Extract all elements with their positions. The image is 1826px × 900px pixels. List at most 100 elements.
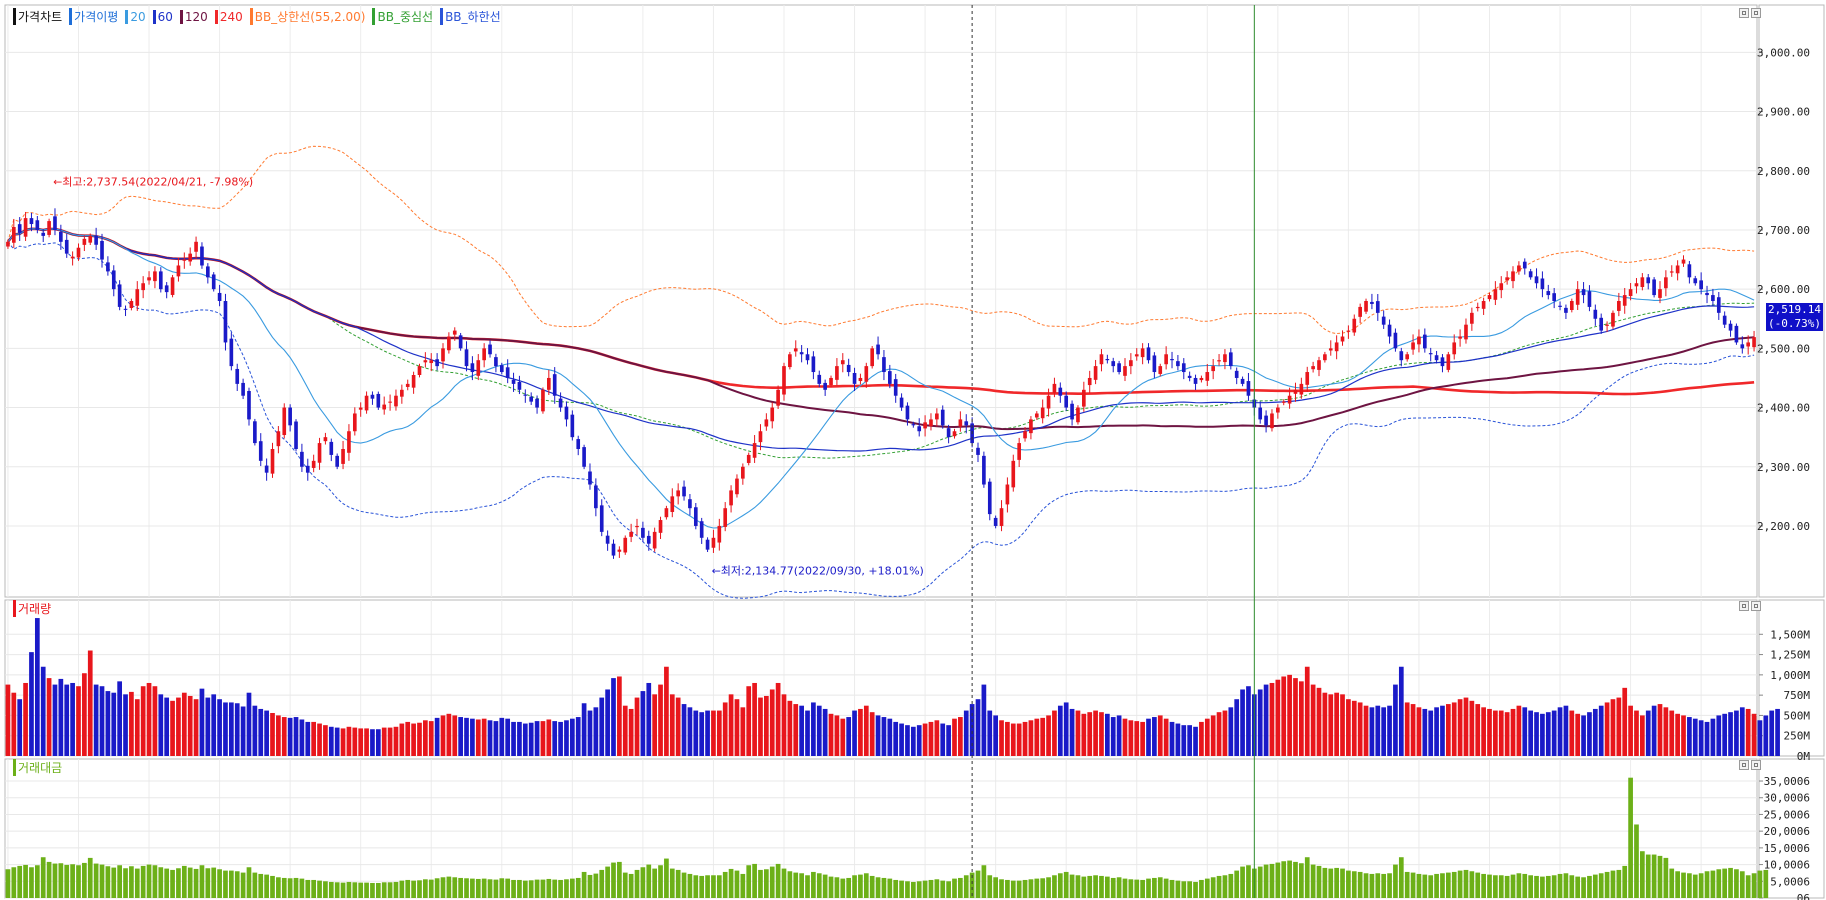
amount-bar <box>105 866 111 898</box>
amount-bar <box>1181 881 1187 898</box>
price-legend-item[interactable]: BB_상한선(55,2.00) <box>249 8 365 25</box>
price-legend-item[interactable]: BB_하한선 <box>440 8 501 25</box>
price-legend-item[interactable]: 240 <box>214 9 243 24</box>
candle-body <box>1640 277 1645 288</box>
volume-bar <box>1463 697 1469 756</box>
volume-bar <box>1375 705 1381 756</box>
volume-bar <box>1199 721 1204 756</box>
price-panel-maximize-button[interactable] <box>1739 8 1749 18</box>
amount-bar <box>711 875 716 898</box>
price-legend-item[interactable]: 20 <box>125 9 146 24</box>
candle-body <box>1593 309 1598 319</box>
candle-body <box>452 330 457 335</box>
candle-body <box>658 520 663 533</box>
amount-bar <box>1099 875 1104 898</box>
amount-bar <box>705 875 710 898</box>
amount-bar <box>1739 871 1745 898</box>
candle-body <box>1064 395 1069 408</box>
amount-bar <box>1322 867 1328 898</box>
candle-body <box>123 308 128 310</box>
volume-bar <box>1510 708 1516 756</box>
volume-bar <box>46 678 52 756</box>
volume-bar <box>1628 705 1633 756</box>
price-panel-legend: 가격차트 가격이평 20 60 120 240 BB_상한선(55,2.00) BB_중심선 B… <box>13 8 501 25</box>
amount-bar <box>1057 873 1063 898</box>
amount-bar <box>1628 777 1633 898</box>
amount-bar <box>140 865 146 898</box>
amount-panel-maximize-button[interactable] <box>1739 760 1749 770</box>
amount-bar <box>1163 878 1169 898</box>
price-legend-item[interactable]: 120 <box>179 9 208 24</box>
volume-bar <box>1057 705 1063 756</box>
price-legend-item[interactable]: BB_중심선 <box>372 8 433 25</box>
volume-bar <box>205 697 211 756</box>
volume-panel-close-button[interactable] <box>1751 601 1761 611</box>
amount-bar <box>528 880 534 898</box>
volume-bar <box>963 710 969 756</box>
price-panel-close-button[interactable] <box>1751 8 1761 18</box>
amount-bar <box>1304 857 1310 898</box>
candle-body <box>1646 277 1651 284</box>
amount-legend-item[interactable]: 거래대금 <box>13 759 62 776</box>
amount-bar <box>1616 869 1622 898</box>
amount-bar <box>1110 877 1116 898</box>
amount-bar <box>93 863 99 898</box>
amount-bar <box>1551 875 1557 898</box>
amount-bar <box>764 869 769 898</box>
amount-bar <box>393 881 399 898</box>
amount-bar <box>1481 873 1486 898</box>
amount-bar <box>605 866 610 898</box>
volume-bar <box>1410 704 1416 756</box>
price-legend-item[interactable]: 가격차트 <box>13 8 62 25</box>
amount-bar <box>1657 855 1663 898</box>
amount-bar <box>270 875 275 898</box>
candle-body <box>1317 360 1321 370</box>
candle-body <box>1658 289 1662 298</box>
amount-bar <box>1387 873 1392 898</box>
volume-bar <box>552 721 558 756</box>
amount-bar <box>1393 864 1398 898</box>
volume-bar <box>305 721 311 756</box>
amount-bar <box>423 879 428 898</box>
price-legend-item[interactable]: 60 <box>152 9 173 24</box>
volume-legend-item[interactable]: 거래량 <box>13 600 51 617</box>
volume-bar <box>481 718 487 756</box>
amount-bar <box>1410 872 1416 898</box>
amount-bar <box>1634 824 1639 898</box>
amount-bar <box>499 878 505 898</box>
candle-body <box>1746 342 1751 347</box>
amount-bar <box>493 879 499 898</box>
amount-bar <box>246 867 252 898</box>
volume-bar <box>111 692 117 756</box>
volume-panel-maximize-button[interactable] <box>1739 601 1749 611</box>
amount-bar <box>834 877 840 898</box>
amount-bar <box>1334 867 1339 898</box>
volume-bar <box>687 707 693 756</box>
candle-body <box>1464 324 1468 340</box>
amount-bar <box>716 875 722 898</box>
candle-body <box>41 232 46 236</box>
volume-bar <box>558 721 563 756</box>
candle-body <box>940 409 945 426</box>
amount-bar <box>1622 865 1628 898</box>
candle-body <box>394 395 398 407</box>
volume-bar <box>393 726 399 756</box>
price-legend-item[interactable]: 가격이평 <box>69 8 118 25</box>
volume-bar <box>99 686 105 756</box>
volume-bar <box>1387 705 1392 756</box>
volume-bar <box>1187 725 1193 756</box>
candle-body <box>552 374 557 396</box>
amount-bar <box>1681 872 1686 898</box>
volume-bar <box>399 723 405 756</box>
candle-body <box>776 389 780 406</box>
candle-body <box>288 407 292 426</box>
volume-bar <box>1769 710 1775 756</box>
candle-body <box>135 289 140 306</box>
amount-bar <box>1063 871 1069 898</box>
amount-panel-close-button[interactable] <box>1751 760 1761 770</box>
candle-body <box>182 259 187 261</box>
volume-bar <box>152 686 158 756</box>
amount-bar <box>76 865 81 898</box>
volume-bar <box>975 699 981 756</box>
candle-body <box>1511 271 1515 282</box>
